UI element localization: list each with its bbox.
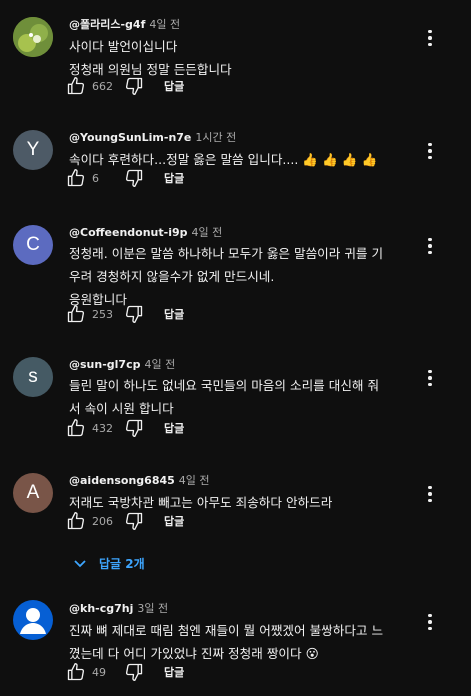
- more-options-icon[interactable]: [420, 610, 440, 634]
- dislike-button[interactable]: [124, 168, 144, 188]
- thumbs-up-icon: [66, 662, 86, 682]
- author-handle[interactable]: @kh-cg7hj: [69, 602, 133, 615]
- thumbs-down-icon: [124, 662, 144, 682]
- reply-button[interactable]: 답글: [164, 420, 184, 436]
- comment-actions: 662 답글: [66, 74, 184, 98]
- comment-timestamp[interactable]: 4일 전: [144, 358, 175, 371]
- avatar[interactable]: Y: [13, 130, 53, 170]
- author-handle[interactable]: @YoungSunLim-n7e: [69, 131, 191, 144]
- comment-actions: 206 답글: [66, 509, 184, 533]
- thumbs-up-icon: [66, 168, 86, 188]
- comment-timestamp[interactable]: 1시간 전: [195, 131, 236, 144]
- dislike-button[interactable]: [124, 76, 144, 96]
- dislike-button[interactable]: [124, 304, 144, 324]
- more-options-icon[interactable]: [420, 139, 440, 163]
- author-handle[interactable]: @sun-gl7cp: [69, 358, 140, 371]
- reply-button[interactable]: 답글: [164, 664, 184, 680]
- thumbs-down-icon: [124, 304, 144, 324]
- reply-button[interactable]: 답글: [164, 306, 184, 322]
- more-options-icon[interactable]: [420, 234, 440, 258]
- like-count: 49: [92, 665, 106, 679]
- comment-actions: 432 답글: [66, 416, 184, 440]
- comment-header: @Coffeendonut-i9p 4일 전: [69, 224, 222, 240]
- like-button[interactable]: 6: [66, 168, 120, 188]
- like-count: 662: [92, 79, 113, 93]
- author-handle[interactable]: @Coffeendonut-i9p: [69, 226, 188, 239]
- like-button[interactable]: 206: [66, 511, 120, 531]
- avatar[interactable]: s: [13, 357, 53, 397]
- author-handle[interactable]: @폴라리스-g4f: [69, 18, 145, 31]
- thumbs-down-icon: [124, 418, 144, 438]
- like-count: 206: [92, 514, 113, 528]
- thumbs-up-icon: [66, 304, 86, 324]
- thumbs-down-icon: [124, 168, 144, 188]
- comment-header: @sun-gl7cp 4일 전: [69, 356, 175, 372]
- avatar[interactable]: C: [13, 225, 53, 265]
- comment-header: @YoungSunLim-n7e 1시간 전: [69, 129, 236, 145]
- like-count: 432: [92, 421, 113, 435]
- view-replies-label: 답글 2개: [99, 557, 145, 571]
- thumbs-down-icon: [124, 76, 144, 96]
- author-handle[interactable]: @aidensong6845: [69, 474, 175, 487]
- like-count: 6: [92, 171, 99, 185]
- reply-button[interactable]: 답글: [164, 78, 184, 94]
- avatar[interactable]: A: [13, 473, 53, 513]
- more-options-icon[interactable]: [420, 366, 440, 390]
- like-button[interactable]: 432: [66, 418, 120, 438]
- comment-text: 들린 말이 하나도 없네요 국민들의 마음의 소리를 대신해 줘서 속이 시원 …: [69, 378, 380, 416]
- chevron-down-icon: [74, 559, 86, 567]
- view-replies-button[interactable]: 답글 2개: [73, 555, 145, 572]
- dislike-button[interactable]: [124, 511, 144, 531]
- comment-timestamp[interactable]: 4일 전: [149, 18, 180, 31]
- reply-button[interactable]: 답글: [164, 170, 184, 186]
- comment-text: 정청래. 이분은 말씀 하나하나 모두가 옳은 말씀이라 귀를 기 우려 경청하지…: [69, 246, 384, 307]
- comment-header: @kh-cg7hj 3일 전: [69, 600, 168, 616]
- reply-button[interactable]: 답글: [164, 513, 184, 529]
- avatar[interactable]: [13, 600, 53, 640]
- comment-header: @폴라리스-g4f 4일 전: [69, 16, 180, 32]
- comment-actions: 49 답글: [66, 660, 184, 684]
- comment-timestamp[interactable]: 4일 전: [192, 226, 223, 239]
- thumbs-up-icon: [66, 511, 86, 531]
- thumbs-up-icon: [66, 76, 86, 96]
- dislike-button[interactable]: [124, 662, 144, 682]
- thumbs-down-icon: [124, 511, 144, 531]
- thumbs-up-icon: [66, 418, 86, 438]
- more-options-icon[interactable]: [420, 26, 440, 50]
- more-options-icon[interactable]: [420, 482, 440, 506]
- comment-text: 진짜 뼈 제대로 때림 첨엔 재들이 뭘 어쨌겠어 불쌍하다고 느 꼈는데 다 어…: [69, 623, 384, 661]
- like-button[interactable]: 253: [66, 304, 120, 324]
- like-button[interactable]: 49: [66, 662, 120, 682]
- comment-timestamp[interactable]: 3일 전: [137, 602, 168, 615]
- comment-timestamp[interactable]: 4일 전: [179, 474, 210, 487]
- like-count: 253: [92, 307, 113, 321]
- like-button[interactable]: 662: [66, 76, 120, 96]
- comment-actions: 253 답글: [66, 302, 184, 326]
- comment-header: @aidensong6845 4일 전: [69, 472, 210, 488]
- comment-actions: 6 답글: [66, 166, 184, 190]
- dislike-button[interactable]: [124, 418, 144, 438]
- avatar[interactable]: [13, 17, 53, 57]
